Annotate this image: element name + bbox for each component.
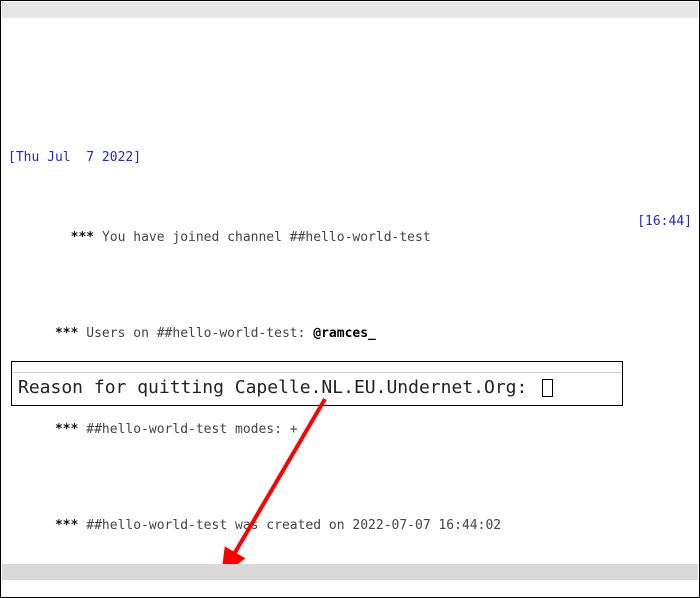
erc-modes-text: ##hello-world-test modes: + bbox=[86, 422, 297, 437]
erc-joined-line: *** You have joined channel ##hello-worl… bbox=[8, 214, 692, 262]
erc-modes-line: *** ##hello-world-test modes: + bbox=[8, 406, 692, 454]
erc-joined-text: You have joined channel ##hello-world-te… bbox=[102, 230, 431, 245]
cursor-icon bbox=[542, 379, 553, 397]
emacs-modeline[interactable]: -:**- ##hello-world-te@UnderNet All (13,… bbox=[2, 564, 698, 580]
erc-date-header: [Thu Jul 7 2022] bbox=[8, 150, 692, 166]
emacs-minibuffer[interactable]: Reason for quitting Capelle.NL.EU.Undern… bbox=[2, 580, 698, 596]
erc-users-line: *** Users on ##hello-world-test: @ramces… bbox=[8, 310, 692, 358]
erc-star: *** bbox=[55, 326, 86, 341]
erc-buffer[interactable]: [Thu Jul 7 2022] *** You have joined cha… bbox=[2, 18, 698, 563]
erc-star: *** bbox=[71, 230, 102, 245]
erc-star: *** bbox=[55, 422, 86, 437]
callout-card: Reason for quitting Capelle.NL.EU.Undern… bbox=[11, 361, 623, 406]
erc-user-nick: @ramces_ bbox=[313, 326, 376, 341]
callout-clip-strip bbox=[12, 362, 622, 373]
callout-prompt-text: Reason for quitting Capelle.NL.EU.Undern… bbox=[18, 377, 538, 399]
erc-joined-timestamp: [16:44] bbox=[637, 214, 692, 262]
erc-created-line: *** ##hello-world-test was created on 20… bbox=[8, 502, 692, 550]
erc-star: *** bbox=[55, 518, 86, 533]
emacs-window: ramces_ on ##hello-world-test (+i,lag:0)… bbox=[0, 0, 700, 598]
erc-users-text: Users on ##hello-world-test: bbox=[86, 326, 313, 341]
callout-prompt-row: Reason for quitting Capelle.NL.EU.Undern… bbox=[12, 373, 622, 405]
erc-created-text: ##hello-world-test was created on 2022-0… bbox=[86, 518, 501, 533]
erc-header-line: ramces_ on ##hello-world-test (+i,lag:0) bbox=[2, 2, 698, 18]
